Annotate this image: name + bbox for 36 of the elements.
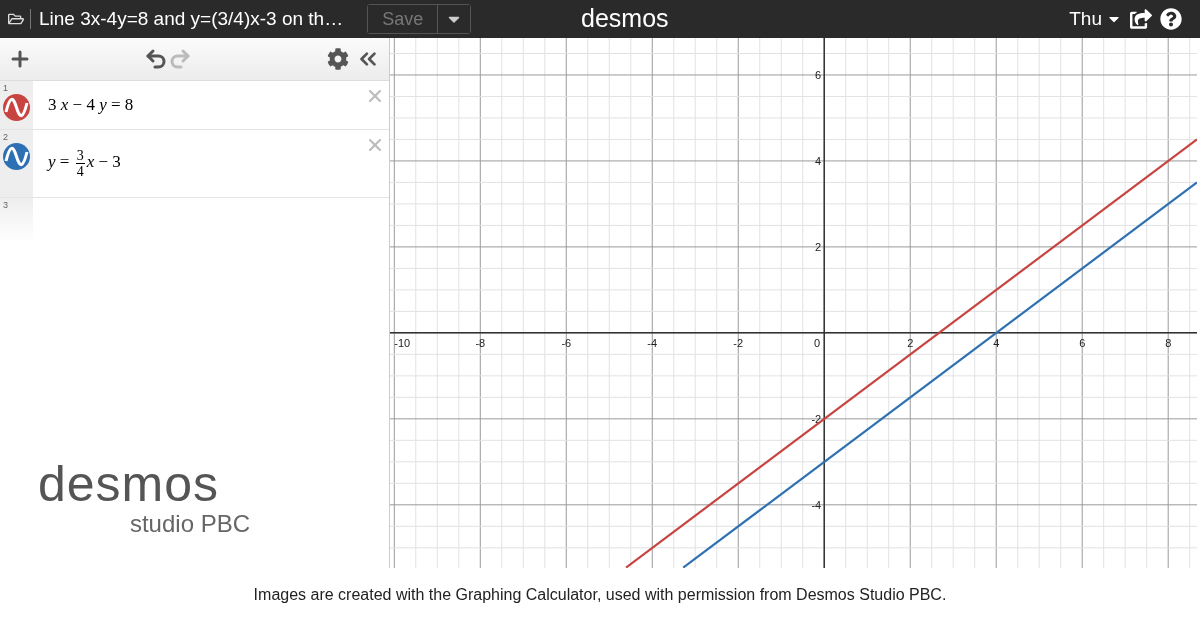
caption: Images are created with the Graphing Calculator, used with permission from Desmos Studio PBC. bbox=[253, 586, 947, 604]
origin-label: 0 bbox=[814, 336, 821, 349]
graph-title[interactable]: Line 3x-4y=8 and y=(3/4)x-3 on th… bbox=[39, 8, 344, 30]
brand-logo: desmos bbox=[581, 4, 669, 33]
wave-icon[interactable] bbox=[3, 143, 30, 170]
tick-label: -4 bbox=[647, 336, 658, 349]
tick-label: 6 bbox=[1079, 336, 1086, 349]
share-icon bbox=[1130, 8, 1152, 30]
tick-label: -2 bbox=[733, 336, 744, 349]
tick-label: 4 bbox=[815, 154, 822, 167]
undo-icon bbox=[144, 47, 168, 71]
undo-button[interactable] bbox=[144, 47, 168, 71]
logo-wordmark: desmos bbox=[38, 458, 221, 510]
tick-label: 6 bbox=[815, 68, 822, 81]
folder-icon[interactable] bbox=[8, 11, 24, 27]
row-number: 1 bbox=[3, 83, 8, 93]
tick-label: 8 bbox=[1165, 336, 1172, 349]
tick-label: 2 bbox=[907, 336, 914, 349]
settings-icon bbox=[327, 48, 349, 70]
settings-button[interactable] bbox=[327, 48, 349, 70]
help-icon bbox=[1160, 8, 1182, 30]
user-menu[interactable]: Thu bbox=[1069, 8, 1122, 30]
logo-tagline: studio PBC bbox=[129, 510, 250, 538]
tick-label: -4 bbox=[811, 498, 822, 511]
tick-label: -10 bbox=[394, 336, 411, 349]
tick-label: 4 bbox=[993, 336, 1000, 349]
redo-icon bbox=[168, 47, 192, 71]
wave-icon[interactable] bbox=[3, 94, 30, 121]
math-expression[interactable]: 3 x − 4 y = 8 bbox=[48, 95, 134, 115]
row-number: 2 bbox=[3, 132, 8, 142]
tick-label: 2 bbox=[815, 240, 822, 253]
tick-label: -8 bbox=[475, 336, 486, 349]
share-button[interactable] bbox=[1130, 8, 1152, 30]
row-number: 3 bbox=[3, 200, 8, 210]
tick-label: -6 bbox=[561, 336, 572, 349]
help-button[interactable] bbox=[1160, 8, 1182, 30]
